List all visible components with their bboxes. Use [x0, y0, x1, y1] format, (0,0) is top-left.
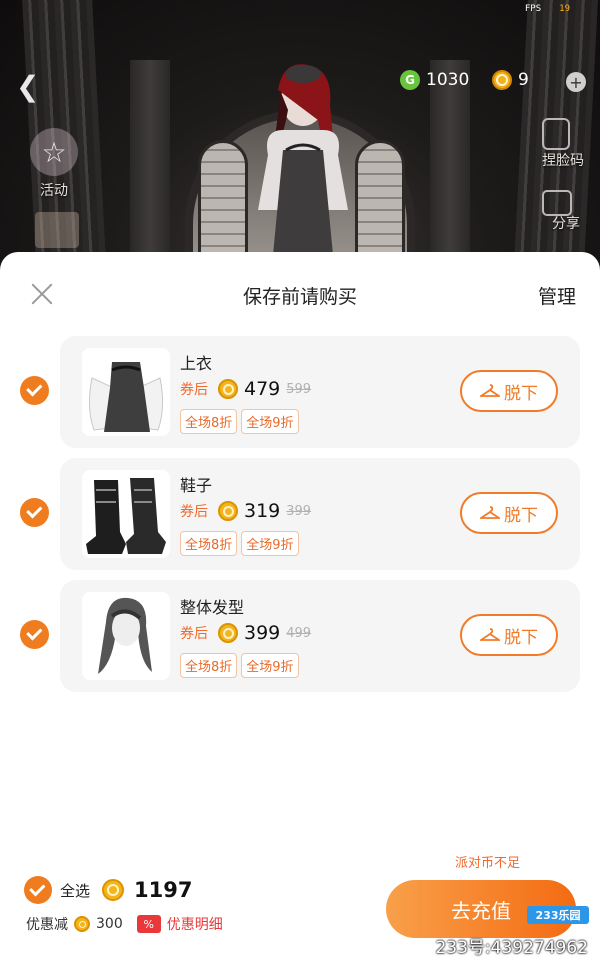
select-all[interactable]: 全选 1197	[24, 876, 192, 904]
discount-tag: 全场8折	[180, 409, 238, 434]
hex-coin-icon	[74, 916, 90, 932]
cart-item-shoes: 鞋子 券后 319 399 全场8折 全场9折 脱下	[0, 458, 600, 570]
fps-counter: FPS 19	[525, 4, 570, 14]
discount-value: 300	[96, 916, 123, 932]
original-price: 499	[286, 625, 312, 641]
item-price: 319	[244, 500, 281, 522]
cart-item-hairstyle: 整体发型 券后 399 499 全场8折 全场9折 脱下	[0, 580, 600, 692]
check-icon[interactable]	[20, 498, 49, 527]
hex-coin-icon	[102, 879, 125, 901]
cart-item-top: 上衣 券后 479 599 全场8折 全场9折 脱下	[0, 336, 600, 448]
green-coin-amount: 1030	[426, 70, 470, 90]
discount-tags: 全场8折 全场9折	[180, 409, 299, 434]
hanger-icon	[480, 506, 500, 519]
item-price: 479	[244, 378, 281, 400]
hex-coin-icon	[218, 379, 238, 399]
hex-coin-amount: 9	[518, 70, 529, 90]
green-coin-balance[interactable]: G 1030	[400, 70, 469, 90]
discount-tags: 全场8折 全场9折	[180, 653, 299, 678]
hex-coin-icon	[218, 623, 238, 643]
pinch-face-label[interactable]: 捏脸码	[542, 150, 584, 170]
fps-label: FPS	[524, 4, 542, 14]
face-icon[interactable]	[542, 118, 570, 150]
take-off-label: 脱下	[504, 383, 538, 404]
discount-row: 优惠减 300 % 优惠明细	[26, 914, 223, 934]
discount-detail-link[interactable]: 优惠明细	[167, 914, 223, 934]
back-arrow-icon[interactable]: ❮	[16, 70, 39, 103]
discount-tag: 全场9折	[241, 409, 299, 434]
item-thumbnail	[82, 348, 170, 436]
item-name: 整体发型	[180, 598, 245, 617]
discount-tag: 全场9折	[241, 531, 299, 556]
after-coupon-label: 券后	[180, 626, 208, 642]
select-all-label[interactable]: 全选	[60, 880, 90, 901]
avatar-character[interactable]	[238, 60, 368, 260]
original-price: 399	[286, 503, 312, 519]
item-name: 鞋子	[180, 476, 213, 495]
item-thumbnail	[82, 470, 170, 558]
item-price: 399	[244, 622, 281, 644]
original-price: 599	[286, 381, 312, 397]
price-row: 券后 399 499	[180, 622, 311, 644]
plus-icon[interactable]: +	[566, 72, 586, 92]
take-off-button[interactable]: 脱下	[460, 370, 558, 412]
percent-icon[interactable]: %	[136, 915, 161, 933]
take-off-button[interactable]: 脱下	[460, 614, 558, 656]
hex-coin-icon	[218, 501, 238, 521]
hex-coin-icon	[492, 70, 512, 90]
check-icon[interactable]	[20, 620, 49, 649]
fps-value: 19	[559, 4, 570, 14]
hex-coin-balance[interactable]: 9	[492, 70, 529, 90]
price-row: 券后 319 399	[180, 500, 311, 522]
hanger-icon	[480, 384, 500, 397]
activity-label[interactable]: 活动	[40, 180, 68, 200]
green-coin-icon: G	[400, 70, 420, 90]
discount-label: 优惠减	[26, 917, 68, 933]
insufficient-notice: 派对币不足	[454, 856, 520, 871]
gift-box-icon[interactable]	[35, 212, 79, 248]
discount-tag: 全场9折	[241, 653, 299, 678]
after-coupon-label: 券后	[180, 504, 208, 520]
star-icon[interactable]: ☆	[30, 128, 78, 176]
after-coupon-label: 券后	[180, 382, 208, 398]
check-icon[interactable]	[24, 876, 52, 904]
check-icon[interactable]	[20, 376, 49, 405]
take-off-label: 脱下	[504, 505, 538, 526]
price-row: 券后 479 599	[180, 378, 311, 400]
discount-tag: 全场8折	[180, 531, 238, 556]
total-price: 1197	[134, 878, 193, 902]
discount-tags: 全场8折 全场9折	[180, 531, 299, 556]
item-card: 上衣 券后 479 599 全场8折 全场9折 脱下	[60, 336, 580, 448]
item-name: 上衣	[180, 354, 213, 373]
item-card: 整体发型 券后 399 499 全场8折 全场9折 脱下	[60, 580, 580, 692]
item-card: 鞋子 券后 319 399 全场8折 全场9折 脱下	[60, 458, 580, 570]
watermark-logo: 233乐园	[527, 906, 589, 924]
watermark-text: 233号:439274962	[435, 938, 588, 958]
take-off-label: 脱下	[504, 627, 538, 648]
share-label[interactable]: 分享	[552, 213, 580, 233]
item-thumbnail	[82, 592, 170, 680]
sheet-title: 保存前请购买	[242, 286, 357, 308]
manage-button[interactable]: 管理	[538, 282, 576, 309]
take-off-button[interactable]: 脱下	[460, 492, 558, 534]
recharge-label: 去充值	[451, 898, 511, 923]
discount-tag: 全场8折	[180, 653, 238, 678]
hanger-icon	[480, 628, 500, 641]
